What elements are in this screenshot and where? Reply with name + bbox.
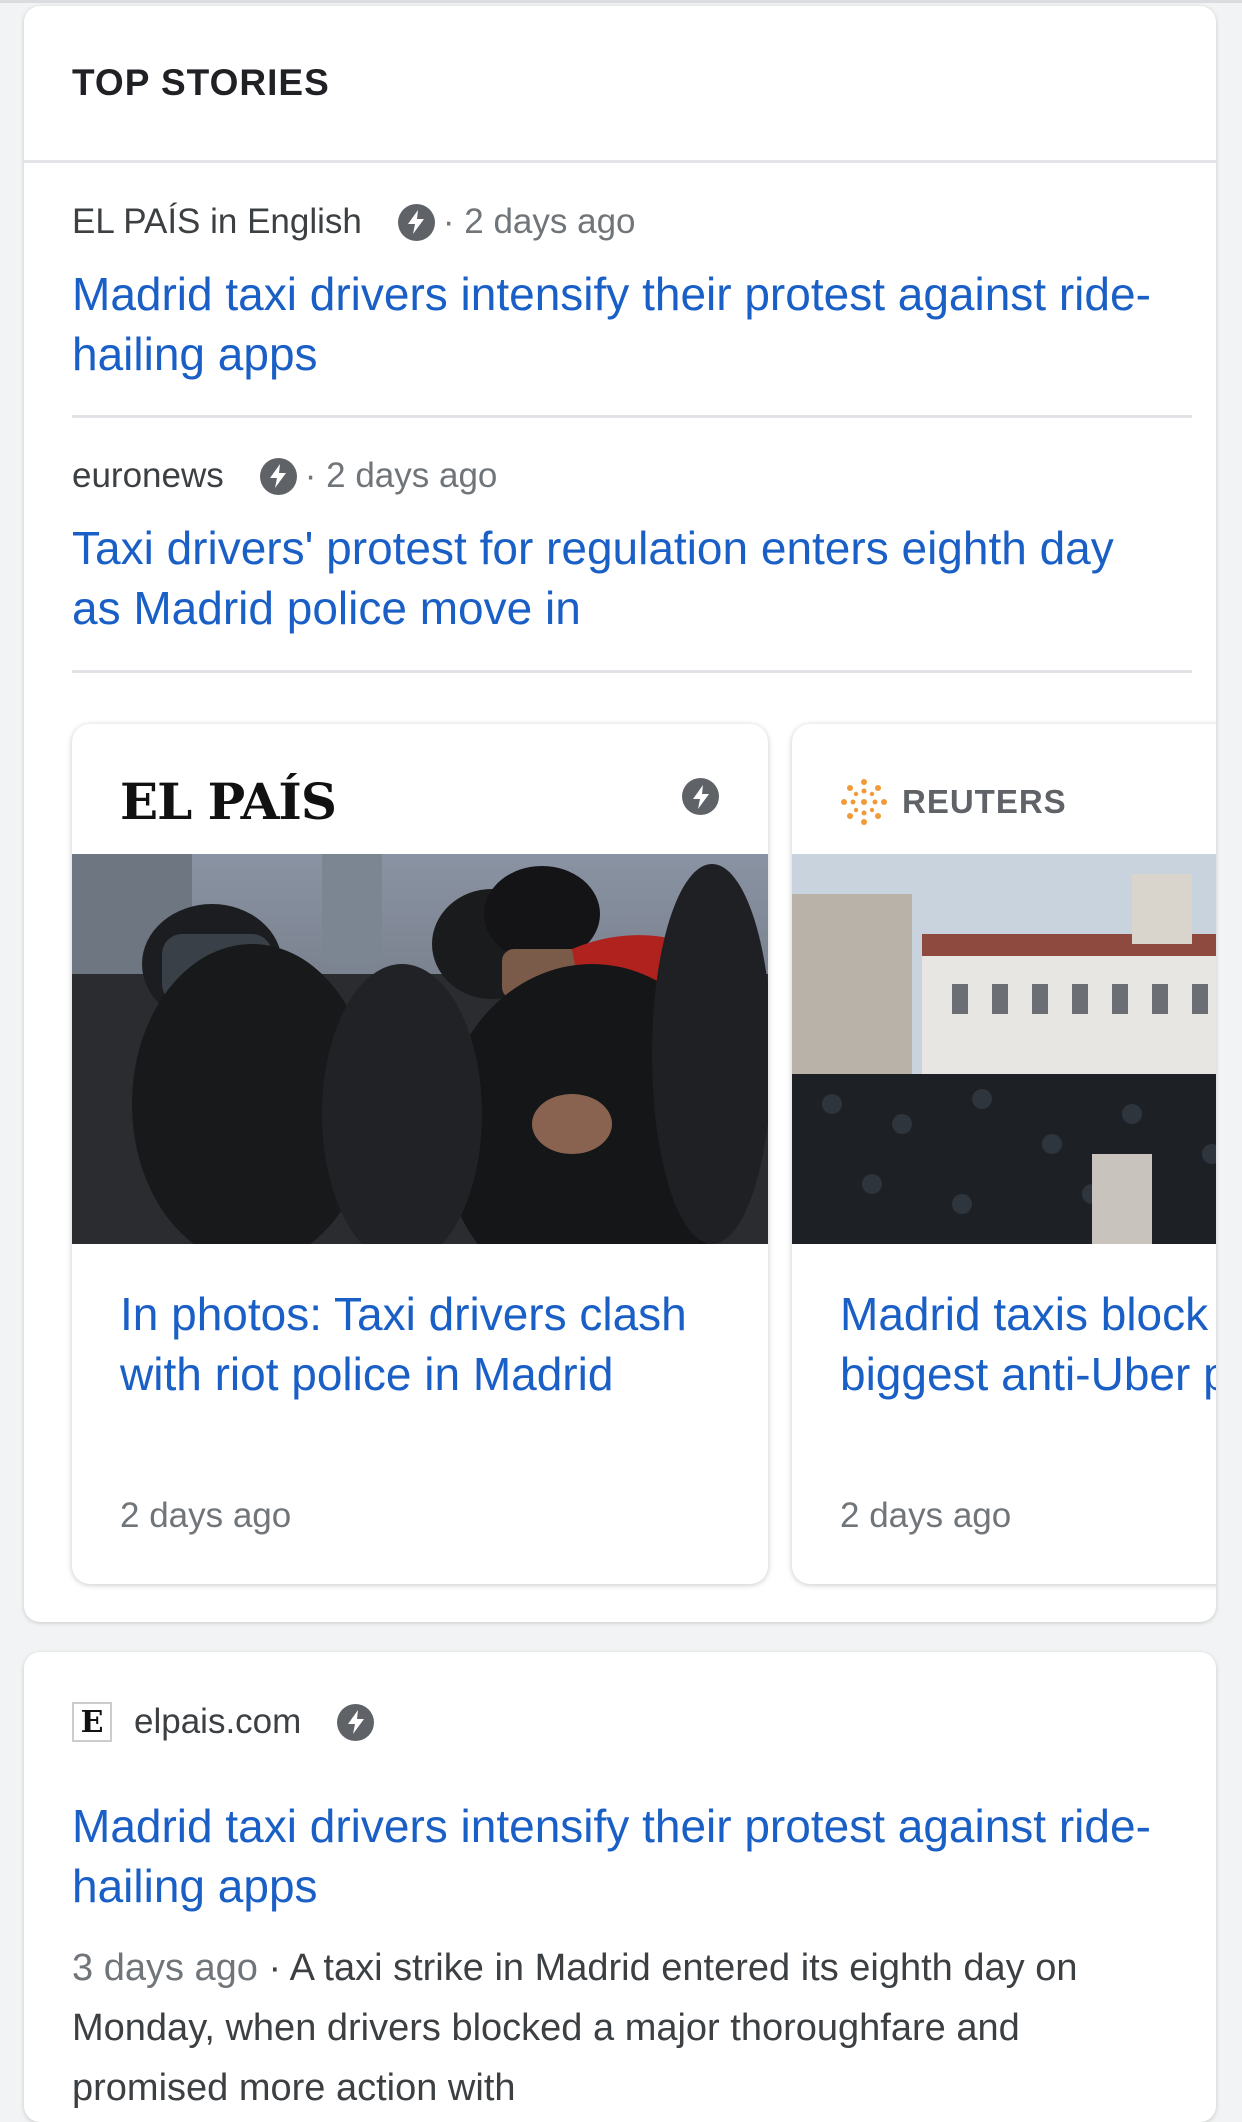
amp-lightning-icon bbox=[337, 1703, 375, 1741]
search-result-card[interactable]: E elpais.com Madrid taxi drivers intensi… bbox=[24, 1652, 1216, 2122]
elpais-logo: EL PAÍS bbox=[120, 772, 337, 831]
story-headline-link[interactable]: Madrid taxi drivers intensify their prot… bbox=[72, 264, 1172, 384]
result-site: E elpais.com bbox=[72, 1702, 375, 1742]
top-divider bbox=[0, 0, 1242, 3]
story-divider bbox=[72, 415, 1192, 418]
reuters-logo: REUTERS bbox=[838, 776, 1067, 828]
top-stories-title: TOP STORIES bbox=[72, 62, 330, 103]
top-stories-card: TOP STORIES EL PAÍS in English · 2 days … bbox=[24, 6, 1216, 1622]
story-source: EL PAÍS in English bbox=[72, 202, 362, 241]
amp-lightning-icon bbox=[259, 457, 297, 495]
result-headline-link[interactable]: Madrid taxi drivers intensify their prot… bbox=[72, 1796, 1192, 1916]
story-time: · 2 days ago bbox=[304, 456, 498, 495]
carousel-card-reuters[interactable]: REUTERS Madrid taxis block biggest anti-… bbox=[792, 724, 1216, 1584]
story-photo-madrid-protest bbox=[792, 854, 1216, 1244]
story-photo-riot-police bbox=[72, 854, 768, 1244]
story-time: · 2 days ago bbox=[442, 202, 636, 241]
carousel-headline-link[interactable]: In photos: Taxi drivers clash with riot … bbox=[120, 1284, 740, 1404]
amp-lightning-icon bbox=[397, 203, 435, 241]
story-meta: euronews · 2 days ago bbox=[72, 446, 1172, 506]
result-date: 3 days ago bbox=[72, 1947, 258, 1989]
story-headline-link[interactable]: Taxi drivers' protest for regulation ent… bbox=[72, 518, 1172, 638]
carousel-headline-link[interactable]: Madrid taxis block road in biggest anti-… bbox=[840, 1284, 1216, 1404]
carousel-time: 2 days ago bbox=[120, 1496, 292, 1535]
story-meta: EL PAÍS in English · 2 days ago bbox=[72, 192, 1172, 252]
top-stories-header: TOP STORIES bbox=[24, 6, 1216, 163]
story-item[interactable]: EL PAÍS in English · 2 days ago Madrid t… bbox=[72, 192, 1172, 384]
story-item[interactable]: euronews · 2 days ago Taxi drivers' prot… bbox=[72, 446, 1172, 638]
carousel-time: 2 days ago bbox=[840, 1496, 1012, 1535]
result-domain: elpais.com bbox=[134, 1702, 302, 1741]
story-source: euronews bbox=[72, 456, 224, 495]
carousel-card-elpais[interactable]: EL PAÍS In photos: Taxi drivers clash wi… bbox=[72, 724, 768, 1584]
reuters-wordmark: REUTERS bbox=[902, 783, 1067, 820]
reuters-logo-icon bbox=[841, 779, 887, 825]
amp-lightning-icon bbox=[682, 778, 719, 815]
result-snippet: 3 days ago · A taxi strike in Madrid ent… bbox=[72, 1938, 1172, 2118]
story-divider bbox=[72, 670, 1192, 673]
elpais-favicon-icon: E bbox=[72, 1702, 112, 1742]
